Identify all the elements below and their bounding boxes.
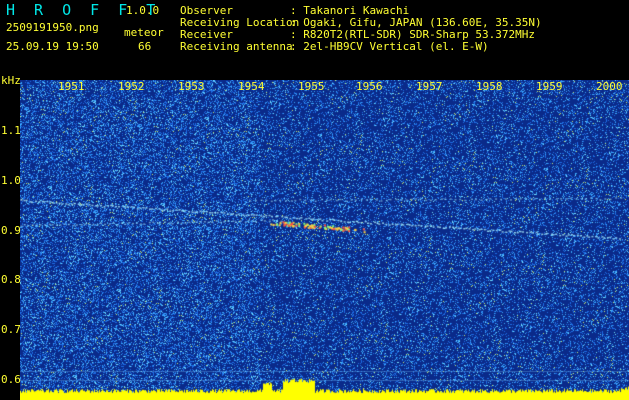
antenna-key: Receiving antenna bbox=[180, 40, 293, 53]
y-tick: 0.6 bbox=[1, 373, 21, 386]
x-tick: 1952 bbox=[118, 80, 145, 93]
y-tick: 0.9 bbox=[1, 224, 21, 237]
x-tick: 2000 bbox=[596, 80, 623, 93]
y-axis-unit: kHz bbox=[1, 74, 21, 87]
x-tick: 1959 bbox=[536, 80, 563, 93]
x-tick: 1955 bbox=[298, 80, 325, 93]
y-tick: 0.8 bbox=[1, 273, 21, 286]
x-tick: 1953 bbox=[178, 80, 205, 93]
y-tick: 0.7 bbox=[1, 323, 21, 336]
x-tick: 1951 bbox=[58, 80, 85, 93]
file-name: 2509191950.png bbox=[6, 21, 99, 34]
x-tick: 1956 bbox=[356, 80, 383, 93]
spectrogram-canvas bbox=[20, 80, 629, 400]
header-panel: H R O F F T 1.0.0 2509191950.png 25.09.1… bbox=[0, 0, 629, 80]
date-time: 25.09.19 19:50 bbox=[6, 40, 99, 53]
x-tick: 1954 bbox=[238, 80, 265, 93]
spectrogram-plot bbox=[20, 80, 629, 400]
x-tick: 1958 bbox=[476, 80, 503, 93]
x-tick: 1957 bbox=[416, 80, 443, 93]
y-tick: 1.1 bbox=[1, 124, 21, 137]
y-tick: 1.0 bbox=[1, 174, 21, 187]
meteor-count: 66 bbox=[138, 40, 152, 53]
antenna-value: : 2el-HB9CV Vertical (el. E-W) bbox=[290, 40, 489, 53]
app-version: 1.0.0 bbox=[126, 4, 160, 17]
mode-label: meteor bbox=[124, 26, 164, 39]
